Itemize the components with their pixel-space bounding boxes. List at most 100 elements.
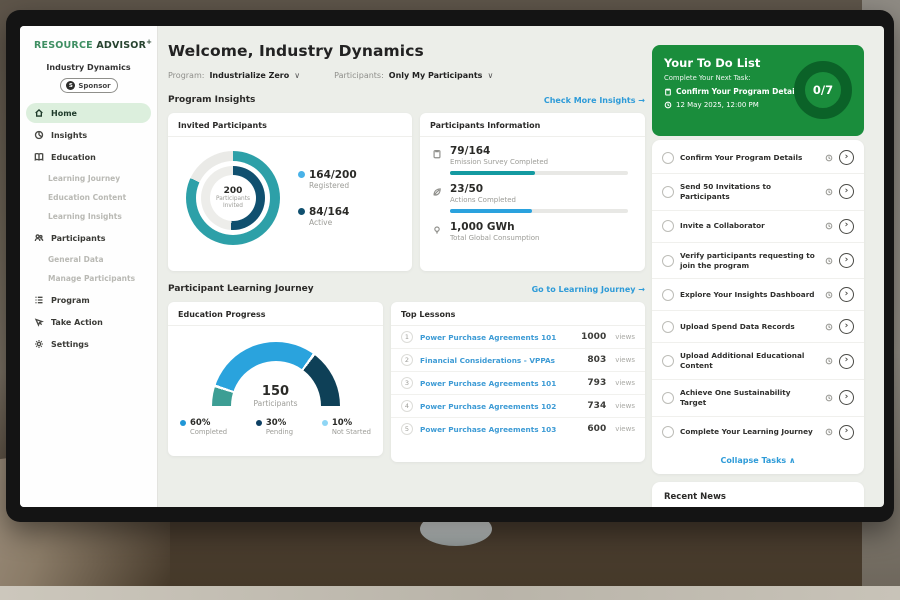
sidebar-item-insights[interactable]: Insights [26, 125, 151, 145]
logo-plus: + [146, 38, 152, 46]
sponsor-badge[interactable]: S Sponsor [60, 78, 118, 93]
task-row-send-invitations[interactable]: Send 50 Invitations to Participants › [652, 174, 864, 211]
task-row-explore-insights[interactable]: Explore Your Insights Dashboard › [652, 279, 864, 311]
sidebar-item-general-data[interactable]: General Data [26, 250, 151, 269]
task-row-verify-participants[interactable]: Verify participants requesting to join t… [652, 243, 864, 280]
invited-participants-card: Invited Participants 200 Participants In… [168, 113, 412, 271]
learning-journey-header: Participant Learning Journey Go to Learn… [168, 284, 645, 294]
lesson-rank: 4 [401, 400, 413, 412]
sidebar-item-learning-insights[interactable]: Learning Insights [26, 207, 151, 226]
sidebar-item-education-content[interactable]: Education Content [26, 188, 151, 207]
insights-icon [34, 130, 44, 140]
donut-center-label: Participants Invited [210, 196, 256, 210]
participants-information-card: Participants Information 79/164 Emission… [420, 113, 645, 271]
task-label: Upload Additional Educational Content [680, 351, 819, 371]
legend-dot-registered [298, 171, 305, 178]
task-checkbox[interactable] [662, 289, 674, 301]
task-checkbox[interactable] [662, 152, 674, 164]
task-checkbox[interactable] [662, 426, 674, 438]
lesson-views-suffix: views [615, 402, 635, 410]
task-checkbox[interactable] [662, 321, 674, 333]
lesson-link[interactable]: Power Purchase Agreements 102 [420, 402, 580, 411]
task-go-button[interactable]: › [839, 253, 854, 268]
lesson-views-suffix: views [615, 356, 635, 364]
program-filter[interactable]: Program: Industrialize Zero ∨ [168, 71, 300, 80]
lesson-link[interactable]: Power Purchase Agreements 101 [420, 379, 580, 388]
task-row-complete-learning-journey[interactable]: Complete Your Learning Journey › [652, 417, 864, 448]
sidebar-item-program[interactable]: Program [26, 290, 151, 310]
task-label: Confirm Your Program Details [680, 153, 819, 163]
sidebar-item-manage-participants[interactable]: Manage Participants [26, 269, 151, 288]
not-started-label: Not Started [332, 428, 371, 436]
task-checkbox[interactable] [662, 392, 674, 404]
active-label: Active [309, 218, 357, 227]
program-filter-label: Program: [168, 71, 204, 80]
task-go-button[interactable]: › [839, 354, 854, 369]
gear-icon [34, 339, 44, 349]
task-go-button[interactable]: › [839, 287, 854, 302]
actions-completed-progress-bar [450, 209, 628, 213]
learning-journey-title: Participant Learning Journey [168, 284, 314, 294]
lesson-link[interactable]: Financial Considerations - VPPAs [420, 356, 580, 365]
task-checkbox[interactable] [662, 255, 674, 267]
learning-cards-row: Education Progress 150 Participants 60% … [168, 302, 645, 462]
logo-part1: RESOURCE [34, 40, 93, 51]
task-go-button[interactable]: › [839, 319, 854, 334]
lesson-link[interactable]: Power Purchase Agreements 103 [420, 425, 580, 434]
check-more-insights-link[interactable]: Check More Insights → [544, 96, 645, 105]
task-row-upload-spend-data[interactable]: Upload Spend Data Records › [652, 311, 864, 343]
page-title: Welcome, Industry Dynamics [168, 42, 645, 60]
active-value: 84/164 [309, 206, 357, 218]
clock-icon [664, 101, 672, 109]
clock-icon [825, 222, 833, 230]
sidebar-item-take-action[interactable]: Take Action [26, 312, 151, 332]
legend-completed: 60% Completed [180, 418, 227, 436]
app-logo: RESOURCE ADVISOR+ [20, 26, 157, 55]
participants-filter[interactable]: Participants: Only My Participants ∨ [334, 71, 493, 80]
lesson-row: 1 Power Purchase Agreements 101 1000 vie… [391, 326, 645, 349]
legend-pending: 30% Pending [256, 418, 293, 436]
task-label: Invite a Collaborator [680, 221, 819, 231]
task-label: Complete Your Learning Journey [680, 427, 819, 437]
task-row-confirm-program[interactable]: Confirm Your Program Details › [652, 142, 864, 174]
legend-dot-pending [256, 420, 262, 426]
go-to-learning-journey-link[interactable]: Go to Learning Journey → [532, 285, 645, 294]
task-row-upload-educational-content[interactable]: Upload Additional Educational Content › [652, 343, 864, 380]
lesson-link[interactable]: Power Purchase Agreements 101 [420, 333, 574, 342]
logo-part2: ADVISOR [96, 40, 146, 51]
task-checkbox[interactable] [662, 186, 674, 198]
top-lessons-title: Top Lessons [391, 302, 645, 326]
chevron-up-icon: ∧ [789, 456, 796, 465]
legend-dot-not-started [322, 420, 328, 426]
task-go-button[interactable]: › [839, 150, 854, 165]
task-checkbox[interactable] [662, 220, 674, 232]
sidebar-item-learning-journey[interactable]: Learning Journey [26, 169, 151, 188]
sidebar-item-settings[interactable]: Settings [26, 334, 151, 354]
chevron-down-icon: ∨ [294, 71, 300, 80]
legend-registered: 164/200 Registered [298, 169, 357, 190]
task-go-button[interactable]: › [839, 184, 854, 199]
invited-participants-title: Invited Participants [168, 113, 412, 137]
home-icon [34, 108, 44, 118]
clock-icon [825, 257, 833, 265]
sponsor-badge-label: Sponsor [78, 82, 110, 90]
task-row-achieve-target[interactable]: Achieve One Sustainability Target › [652, 380, 864, 417]
collapse-tasks-link[interactable]: Collapse Tasks ∧ [652, 448, 864, 472]
sidebar-item-education[interactable]: Education [26, 147, 151, 167]
sidebar-item-participants[interactable]: Participants [26, 228, 151, 248]
legend-active: 84/164 Active [298, 206, 357, 227]
task-go-button[interactable]: › [839, 390, 854, 405]
dashboard-screen: RESOURCE ADVISOR+ Industry Dynamics S Sp… [20, 26, 884, 507]
sidebar-item-home[interactable]: Home [26, 103, 151, 123]
task-checkbox[interactable] [662, 355, 674, 367]
task-row-invite-collaborator[interactable]: Invite a Collaborator › [652, 211, 864, 243]
task-go-button[interactable]: › [839, 219, 854, 234]
lesson-row: 2 Financial Considerations - VPPAs 803 v… [391, 349, 645, 372]
background-desk-edge [0, 586, 900, 600]
task-go-button[interactable]: › [839, 425, 854, 440]
program-insights-title: Program Insights [168, 95, 255, 105]
sidebar-item-label: Insights [51, 131, 87, 140]
completed-label: Completed [190, 428, 227, 436]
education-progress-gauge-chart: 150 Participants [212, 342, 340, 406]
emission-survey-label: Emission Survey Completed [450, 158, 628, 166]
